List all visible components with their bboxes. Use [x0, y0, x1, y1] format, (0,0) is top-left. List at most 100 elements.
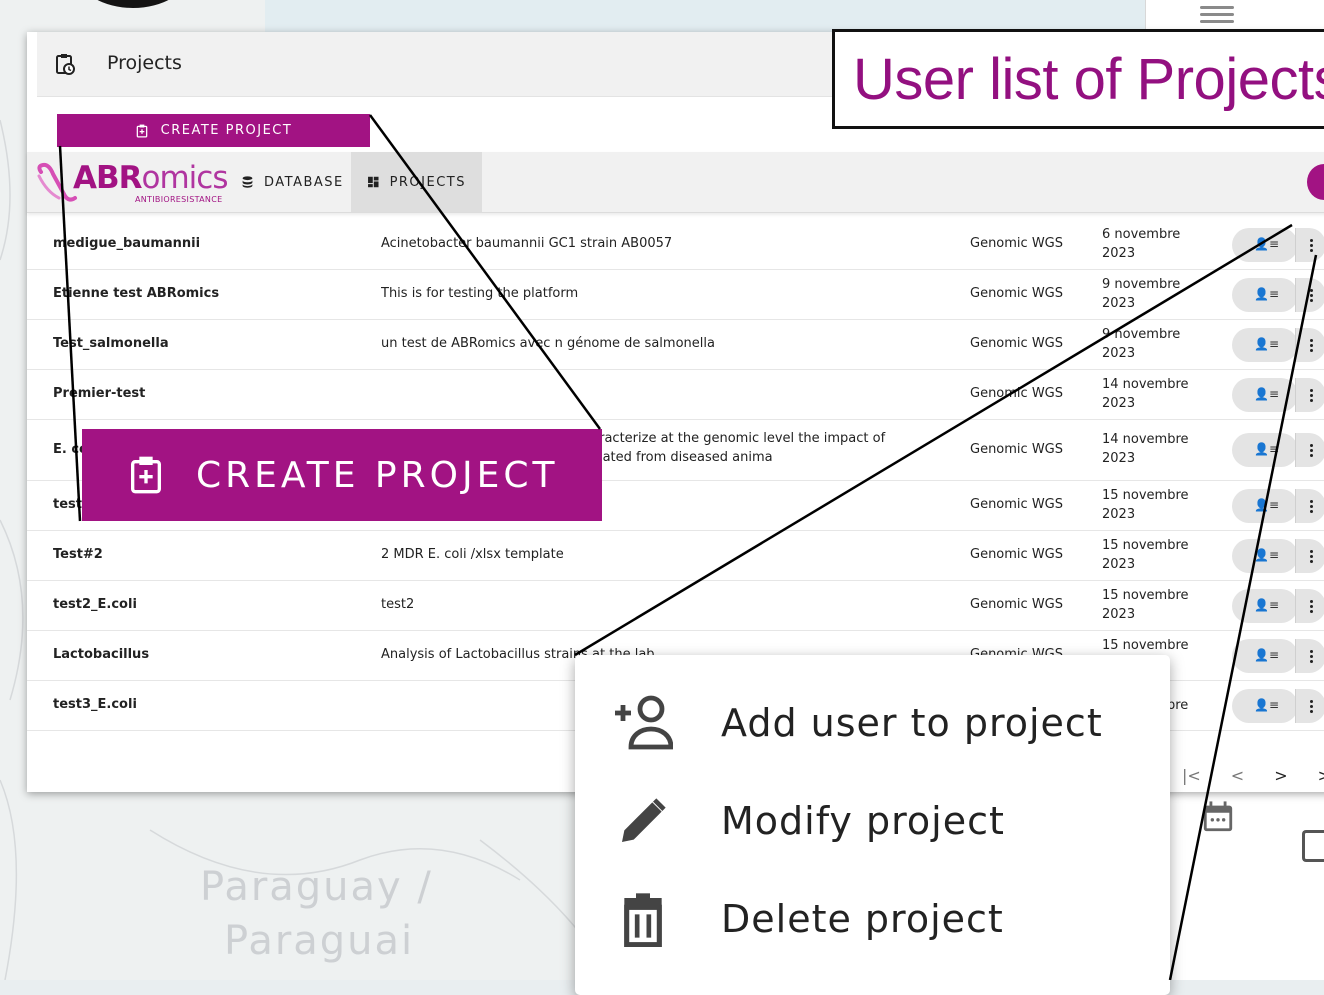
- project-date: 6 novembre 2023: [1102, 227, 1181, 261]
- project-description: Acinetobacter baumannii GC1 strain AB005…: [381, 236, 673, 251]
- more-vert-icon: [1309, 649, 1313, 663]
- project-name[interactable]: test3_E.coli: [53, 697, 137, 712]
- project-more-menu-button[interactable]: [1295, 433, 1324, 467]
- menu-item-modify[interactable]: Modify project: [575, 773, 1170, 869]
- last-page-button[interactable]: >: [1318, 766, 1324, 785]
- person-add-icon: [615, 695, 673, 750]
- users-list-icon: 👤≡: [1254, 598, 1279, 612]
- users-list-icon: 👤≡: [1254, 648, 1279, 662]
- project-users-button[interactable]: 👤≡: [1232, 328, 1298, 362]
- nav-projects[interactable]: PROJECTS: [351, 152, 482, 212]
- project-description: This is for testing the platform: [381, 286, 579, 301]
- project-more-menu-button[interactable]: [1295, 639, 1324, 673]
- avatar[interactable]: [1307, 164, 1324, 200]
- create-project-button[interactable]: CREATE PROJECT: [57, 114, 370, 147]
- project-users-button[interactable]: 👤≡: [1232, 689, 1298, 723]
- zoomed-create-project-label: CREATE PROJECT: [196, 454, 559, 496]
- project-type: Genomic WGS: [970, 236, 1063, 251]
- logo-brand-rest: omics: [141, 160, 229, 196]
- more-vert-icon: [1309, 388, 1313, 402]
- project-type: Genomic WGS: [970, 286, 1063, 301]
- project-name[interactable]: Test#2: [53, 547, 103, 562]
- map-label-paraguay: Paraguay /: [200, 864, 433, 910]
- project-description: un test de ABRomics avec n génome de sal…: [381, 336, 715, 351]
- project-more-menu-button[interactable]: [1295, 589, 1324, 623]
- annotation-title: User list of Projects: [853, 47, 1324, 112]
- users-list-icon: 👤≡: [1254, 287, 1279, 301]
- dashboard-icon: [368, 176, 379, 188]
- project-users-button[interactable]: 👤≡: [1232, 278, 1298, 312]
- project-description: test2: [381, 597, 415, 612]
- project-type: Genomic WGS: [970, 442, 1063, 457]
- project-more-menu-button[interactable]: [1295, 278, 1324, 312]
- project-type: Genomic WGS: [970, 547, 1063, 562]
- table-row: Premier-test Genomic WGS 14 novembre 202…: [27, 370, 1324, 420]
- project-name[interactable]: test2_E.coli: [53, 597, 137, 612]
- menu-item-add-user-label: Add user to project: [721, 701, 1103, 745]
- project-more-menu-button[interactable]: [1295, 489, 1324, 523]
- pencil-icon: [622, 798, 666, 842]
- project-type: Genomic WGS: [970, 336, 1063, 351]
- project-more-menu-button[interactable]: [1295, 378, 1324, 412]
- project-type: Genomic WGS: [970, 497, 1063, 512]
- project-date: 9 novembre 2023: [1102, 327, 1181, 361]
- project-date: 9 novembre 2023: [1102, 277, 1181, 311]
- more-vert-icon: [1309, 699, 1313, 713]
- first-page-button[interactable]: |<: [1182, 766, 1201, 785]
- menu-item-add-user[interactable]: Add user to project: [575, 675, 1170, 771]
- users-list-icon: 👤≡: [1254, 237, 1279, 251]
- more-vert-icon: [1309, 338, 1313, 352]
- project-name[interactable]: test: [53, 497, 82, 512]
- more-vert-icon: [1309, 288, 1313, 302]
- table-row: Etienne test ABRomics This is for testin…: [27, 270, 1324, 320]
- project-context-menu: Add user to project Modify project Delet…: [575, 655, 1170, 995]
- clipboard-plus-icon: [136, 124, 147, 137]
- more-vert-icon: [1309, 238, 1313, 252]
- project-users-button[interactable]: 👤≡: [1232, 639, 1298, 673]
- menu-item-delete[interactable]: Delete project: [575, 871, 1170, 967]
- project-users-button[interactable]: 👤≡: [1232, 589, 1298, 623]
- more-vert-icon: [1309, 443, 1313, 457]
- logo-subtitle: ANTIBIORESISTANCE: [135, 195, 223, 204]
- more-vert-icon: [1309, 499, 1313, 513]
- nav-database[interactable]: DATABASE: [225, 152, 360, 212]
- project-date: 15 novembre: [1102, 638, 1189, 653]
- project-users-button[interactable]: 👤≡: [1232, 539, 1298, 573]
- prev-page-button[interactable]: <: [1231, 766, 1244, 785]
- project-name[interactable]: Etienne test ABRomics: [53, 286, 219, 301]
- project-more-menu-button[interactable]: [1295, 539, 1324, 573]
- project-name[interactable]: Premier-test: [53, 386, 145, 401]
- zoomed-create-project-button[interactable]: CREATE PROJECT: [82, 429, 602, 521]
- clipboard-clock-icon: [56, 54, 75, 75]
- users-list-icon: 👤≡: [1254, 337, 1279, 351]
- users-list-icon: 👤≡: [1254, 548, 1279, 562]
- users-list-icon: 👤≡: [1254, 442, 1279, 456]
- project-users-button[interactable]: 👤≡: [1232, 228, 1298, 262]
- project-name[interactable]: medigue_baumannii: [53, 236, 200, 251]
- nav-projects-label: PROJECTS: [389, 174, 466, 190]
- abromics-logo[interactable]: ABRomics ANTIBIORESISTANCE: [35, 158, 235, 206]
- trash-icon: [624, 893, 662, 947]
- project-name[interactable]: Lactobacillus: [53, 647, 149, 662]
- next-page-button[interactable]: >: [1274, 766, 1287, 785]
- checkbox-partial[interactable]: [1302, 830, 1324, 862]
- project-date: 15 novembre 2023: [1102, 588, 1189, 622]
- nav-database-label: DATABASE: [264, 174, 344, 190]
- project-date: 15 novembre 2023: [1102, 488, 1189, 522]
- project-name[interactable]: Test_salmonella: [53, 336, 169, 351]
- project-more-menu-button[interactable]: [1295, 228, 1324, 262]
- logo-wordmark: ABRomics: [73, 160, 229, 196]
- project-users-button[interactable]: 👤≡: [1232, 433, 1298, 467]
- pagination: |< < > >: [1182, 766, 1324, 785]
- table-row: test2_E.coli test2 Genomic WGS 15 novemb…: [27, 581, 1324, 631]
- project-more-menu-button[interactable]: [1295, 328, 1324, 362]
- more-vert-icon: [1309, 549, 1313, 563]
- menu-item-modify-label: Modify project: [721, 799, 1005, 843]
- project-users-button[interactable]: 👤≡: [1232, 378, 1298, 412]
- page-title: Projects: [107, 52, 182, 74]
- users-list-icon: 👤≡: [1254, 387, 1279, 401]
- project-more-menu-button[interactable]: [1295, 689, 1324, 723]
- project-users-button[interactable]: 👤≡: [1232, 489, 1298, 523]
- users-list-icon: 👤≡: [1254, 498, 1279, 512]
- menu-icon[interactable]: [1200, 2, 1234, 26]
